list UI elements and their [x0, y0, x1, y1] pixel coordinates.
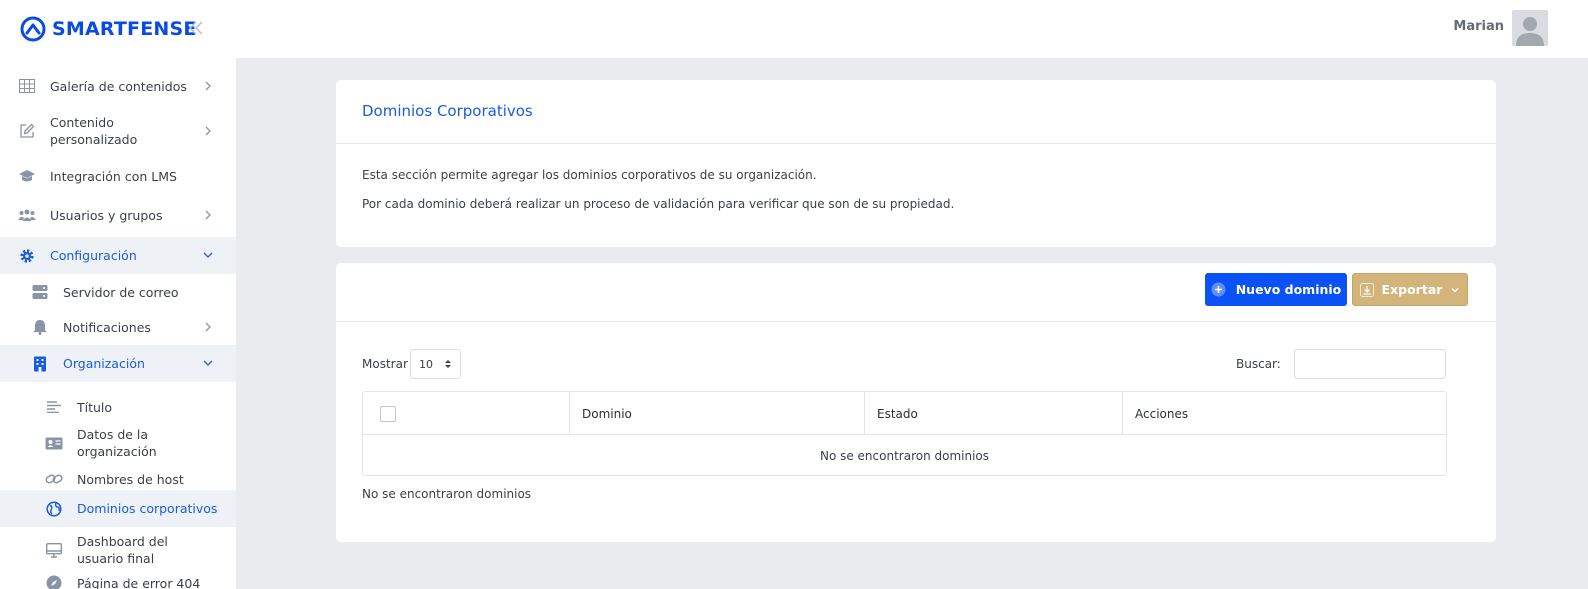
sidebar-item-label: Dashboard del usuario final	[77, 534, 168, 566]
download-icon	[1359, 282, 1374, 297]
new-domain-button[interactable]: Nuevo dominio	[1205, 273, 1347, 306]
plus-circle-icon	[1211, 282, 1226, 297]
sidebar-item-label: Título	[77, 399, 113, 415]
bell-icon	[31, 318, 49, 336]
select-all-cell	[363, 392, 569, 435]
sidebar-item-contenido-personalizado[interactable]: Contenido personalizado	[0, 113, 236, 149]
chevron-down-icon	[1451, 287, 1459, 292]
table-info: No se encontraron dominios	[362, 487, 532, 501]
divider	[336, 143, 1496, 144]
new-domain-label: Nuevo dominio	[1235, 282, 1342, 297]
sidebar-item-datos-organizacion[interactable]: Datos de la organización	[0, 425, 236, 461]
sidebar-item-label: Servidor de correo	[63, 284, 179, 300]
gear-icon	[18, 247, 36, 265]
sidebar-item-notificaciones[interactable]: Notificaciones	[0, 317, 236, 337]
sidebar-item-dominios-corporativos[interactable]: Dominios corporativos	[0, 490, 236, 527]
collapse-sidebar-icon[interactable]	[186, 18, 206, 38]
avatar[interactable]	[1512, 10, 1548, 46]
chevron-right-icon	[205, 126, 211, 136]
export-button[interactable]: Exportar	[1352, 273, 1468, 306]
chevron-right-icon	[205, 81, 211, 91]
page-size-select[interactable]: 10	[410, 349, 461, 379]
sort-arrows-icon	[445, 360, 451, 368]
sidebar-item-dashboard-usuario-final[interactable]: Dashboard del usuario final	[0, 532, 236, 568]
align-left-icon	[45, 398, 63, 416]
intro-card: Dominios Corporativos Esta sección permi…	[336, 80, 1496, 247]
sidebar-item-servidor-correo[interactable]: Servidor de correo	[0, 282, 236, 302]
domains-card: Nuevo dominio Exportar Mostrar 10 Buscar…	[336, 263, 1496, 542]
sidebar: SMARTFENSE Galería de contenidos Conteni…	[0, 0, 236, 589]
sidebar-item-label: Contenido personalizado	[50, 115, 138, 147]
chevron-down-icon	[203, 252, 213, 258]
top-bar: Marian	[236, 0, 1588, 58]
intro-description-2: Por cada dominio deberá realizar un proc…	[362, 197, 955, 211]
sidebar-item-configuracion[interactable]: Configuración	[0, 237, 236, 274]
column-header-acciones: Acciones	[1122, 392, 1446, 435]
grid-icon	[18, 77, 36, 95]
users-icon	[18, 206, 36, 224]
page-size-value: 10	[419, 357, 433, 371]
export-label: Exportar	[1381, 282, 1443, 297]
sidebar-item-label: Organización	[63, 356, 145, 371]
sidebar-item-label: Usuarios y grupos	[50, 207, 163, 223]
sidebar-item-nombres-host[interactable]: Nombres de host	[0, 469, 236, 489]
link-icon	[45, 470, 63, 488]
user-name[interactable]: Marian	[1453, 19, 1504, 34]
globe-icon	[45, 500, 63, 518]
monitor-icon	[45, 541, 63, 559]
intro-description-1: Esta sección permite agregar los dominio…	[362, 168, 817, 182]
search-input[interactable]	[1294, 349, 1446, 379]
edit-icon	[18, 122, 36, 140]
sidebar-item-usuarios-grupos[interactable]: Usuarios y grupos	[0, 205, 236, 225]
search-label: Buscar:	[1236, 357, 1281, 371]
select-all-checkbox[interactable]	[380, 405, 396, 422]
sidebar-item-galeria[interactable]: Galería de contenidos	[0, 76, 236, 96]
table-header: Dominio Estado Acciones	[363, 392, 1446, 435]
page-title: Dominios Corporativos	[362, 102, 533, 120]
sidebar-item-titulo[interactable]: Título	[0, 397, 236, 417]
chevron-down-icon	[203, 360, 213, 366]
show-label: Mostrar	[362, 357, 408, 371]
divider	[336, 321, 1496, 322]
server-icon	[31, 283, 49, 301]
empty-table-message: No se encontraron dominios	[819, 448, 990, 463]
user-avatar-icon	[1516, 17, 1544, 46]
chevron-right-icon	[205, 210, 211, 220]
sidebar-item-label: Datos de la organización	[77, 427, 157, 459]
brand-name: SMARTFENSE	[52, 18, 197, 40]
column-header-estado[interactable]: Estado	[864, 392, 1122, 435]
sidebar-item-pagina-error-404[interactable]: Página de error 404	[0, 573, 236, 589]
chevron-right-icon	[205, 322, 211, 332]
graduation-cap-icon	[18, 167, 36, 185]
sidebar-item-label: Galería de contenidos	[50, 78, 187, 94]
sidebar-item-label: Nombres de host	[77, 471, 184, 487]
compass-icon	[45, 574, 63, 589]
sidebar-item-label: Página de error 404	[77, 575, 201, 589]
sidebar-item-organizacion[interactable]: Organización	[0, 345, 236, 382]
building-icon	[31, 355, 49, 373]
sidebar-item-integracion-lms[interactable]: Integración con LMS	[0, 166, 236, 186]
smartfense-logo-icon	[20, 16, 46, 42]
sidebar-item-label: Integración con LMS	[50, 168, 177, 184]
column-header-dominio[interactable]: Dominio	[569, 392, 864, 435]
brand-logo[interactable]: SMARTFENSE	[20, 14, 197, 44]
sidebar-item-label: Notificaciones	[63, 319, 151, 335]
sidebar-item-label: Configuración	[50, 248, 137, 263]
domains-table: Dominio Estado Acciones No se encontraro…	[362, 391, 1447, 476]
sidebar-item-label: Dominios corporativos	[77, 501, 218, 516]
id-card-icon	[45, 434, 63, 452]
